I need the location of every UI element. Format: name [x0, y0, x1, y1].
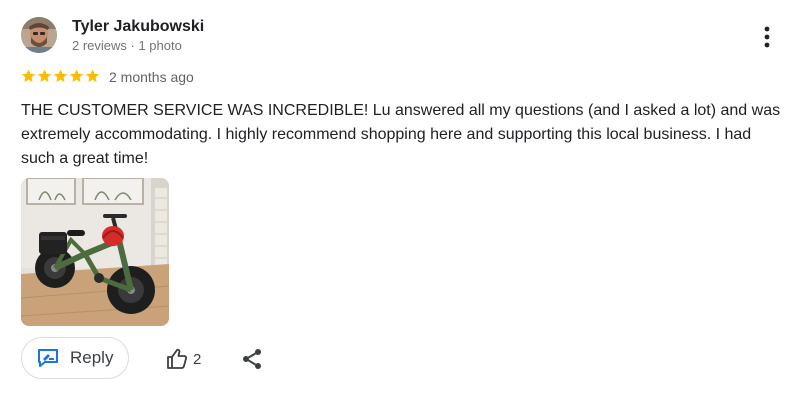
star-icon	[37, 69, 52, 82]
review-photo[interactable]	[21, 178, 169, 326]
reply-button[interactable]: Reply	[21, 337, 129, 379]
bike-photo	[21, 178, 169, 326]
star-icon	[85, 69, 100, 82]
reply-label: Reply	[70, 348, 114, 367]
like-count: 2	[193, 350, 202, 368]
review-card: Tyler Jakubowski 2 reviews · 1 photo 2 m…	[0, 0, 800, 400]
thumbs-up-icon	[167, 348, 187, 369]
share-icon	[243, 349, 261, 369]
star-icon	[69, 69, 84, 82]
star-icon	[21, 69, 36, 82]
share-button[interactable]	[241, 348, 263, 370]
more-vert-icon	[764, 26, 770, 48]
avatar[interactable]	[21, 17, 57, 53]
review-date: 2 months ago	[109, 69, 194, 85]
reviewer-name[interactable]: Tyler Jakubowski	[72, 18, 204, 36]
reviewer-meta: 2 reviews · 1 photo	[72, 38, 182, 53]
like-button[interactable]: 2	[165, 346, 201, 372]
reply-icon	[38, 349, 58, 367]
more-options-button[interactable]	[756, 24, 778, 50]
star-icon	[53, 69, 68, 82]
review-text: THE CUSTOMER SERVICE WAS INCREDIBLE! Lu …	[21, 102, 781, 167]
star-rating	[21, 68, 100, 86]
